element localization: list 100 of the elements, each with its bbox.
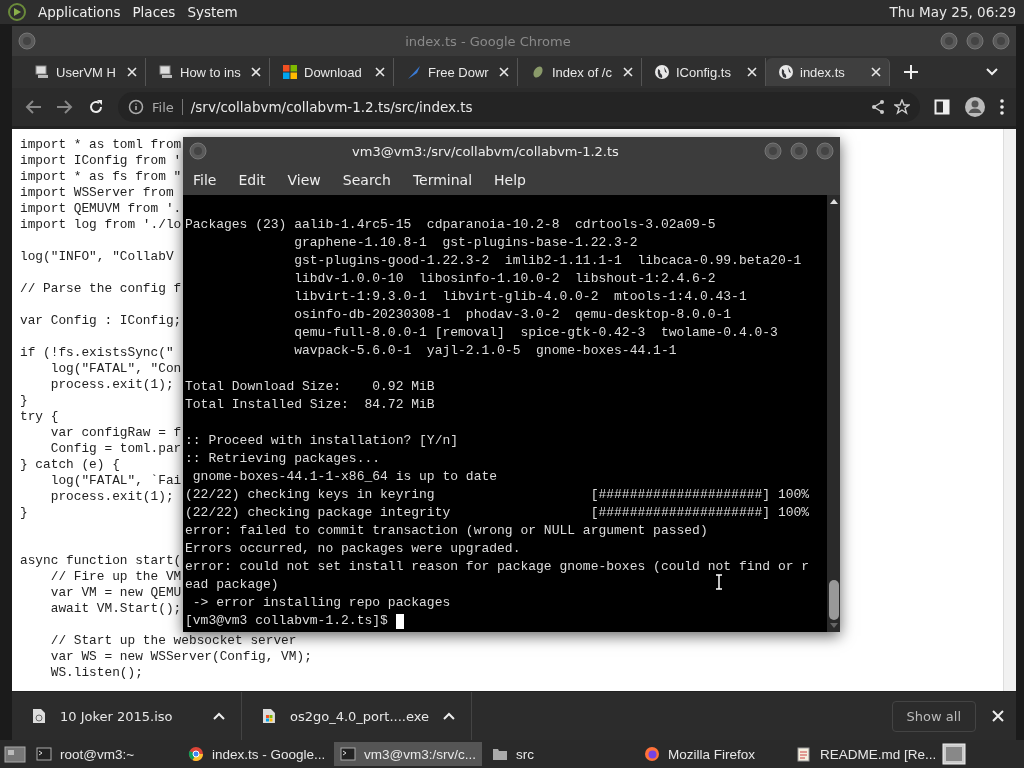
code-line: import * as toml from	[20, 137, 182, 153]
taskbar-item[interactable]: Mozilla Firefox	[638, 742, 786, 766]
scrollbar[interactable]	[827, 195, 840, 632]
address-scheme: File	[152, 99, 174, 115]
windows-logo-icon	[282, 64, 298, 80]
i-beam-cursor-icon	[715, 574, 723, 590]
browser-tab[interactable]: Free Dowr	[394, 58, 518, 86]
code-line: // Parse the config f	[20, 281, 182, 297]
menu-item[interactable]: View	[287, 172, 321, 188]
firefox-icon	[644, 746, 660, 762]
taskbar-item[interactable]: root@vm3:~	[30, 742, 178, 766]
browser-tab[interactable]: IConfig.ts	[642, 58, 766, 86]
scrollbar[interactable]	[1003, 129, 1016, 691]
code-line: async function start(	[20, 553, 182, 569]
window-menu-icon[interactable]	[18, 32, 36, 50]
window-buttons-icon[interactable]	[940, 32, 1010, 50]
terminal-line: :: Retrieving packages...	[185, 450, 381, 468]
back-icon[interactable]	[24, 99, 42, 115]
browser-tab[interactable]: How to ins	[146, 58, 270, 86]
text-cursor	[395, 613, 404, 629]
windows-file-icon	[262, 708, 276, 724]
code-line: import QEMUVM from '.	[20, 201, 182, 217]
code-line: process.exit(1);	[49, 489, 174, 505]
window-buttons-icon[interactable]	[764, 142, 834, 160]
window-menu-icon[interactable]	[189, 142, 207, 160]
panel-menu[interactable]: Applications	[38, 4, 121, 20]
address-bar[interactable]: File /srv/collabvm/collabvm-1.2.ts/src/index.ts	[118, 92, 920, 122]
menu-item[interactable]: File	[193, 172, 217, 188]
code-line: try {	[20, 409, 59, 425]
terminal-line: error: failed to commit transaction (wrong or NULL argument passed)	[185, 522, 708, 540]
close-icon[interactable]	[499, 67, 509, 77]
terminal-line: libdv-1.0.0-10 libosinfo-1.10.0-2 libshout-1:2.4.6-2	[293, 270, 716, 288]
browser-tab[interactable]: index.ts	[766, 58, 890, 86]
scroll-down-icon[interactable]	[828, 622, 839, 630]
menu-item[interactable]: Edit	[238, 172, 266, 188]
chevron-down-icon[interactable]	[986, 68, 998, 76]
forward-icon[interactable]	[56, 99, 74, 115]
close-icon[interactable]	[127, 67, 137, 77]
share-icon[interactable]	[870, 99, 886, 115]
reload-icon[interactable]	[88, 99, 104, 115]
close-icon[interactable]	[871, 67, 881, 77]
terminal-line: libvirt-1:9.3.0-1 libvirt-glib-4.0.0-2 mtools-1:4.0.43-1	[293, 288, 747, 306]
terminal-line: :: Proceed with installation? [Y/n]	[185, 432, 459, 450]
panel-menu[interactable]: Places	[132, 4, 176, 20]
terminal-line: ead package)	[185, 576, 279, 594]
chrome-icon	[188, 746, 204, 762]
close-icon[interactable]	[375, 67, 385, 77]
terminal-line: graphene-1.10.8-1 gst-plugins-base-1.22.3-2	[293, 234, 638, 252]
terminal-line: wavpack-5.6.0-1 yajl-2.1.0-5 gnome-boxes-44.1-1	[293, 342, 677, 360]
more-menu-icon[interactable]	[1000, 99, 1004, 115]
code-line: // Start up the websocket server	[49, 633, 297, 649]
taskbar-item[interactable]: README.md [Re...	[790, 742, 938, 766]
terminal-line: Errors occurred, no packages were upgraded.	[185, 540, 521, 558]
globe-icon	[654, 64, 670, 80]
code-line: process.exit(1);	[49, 377, 174, 393]
side-panel-icon[interactable]	[934, 99, 950, 115]
caret-up-icon[interactable]	[213, 712, 225, 720]
browser-tab[interactable]: UserVM H	[22, 58, 146, 86]
code-line: import IConfig from '	[20, 153, 182, 169]
show-all-button[interactable]: Show all	[891, 700, 976, 732]
menu-item[interactable]: Terminal	[412, 172, 473, 188]
scrollbar-thumb[interactable]	[828, 580, 839, 620]
terminal-line: Total Installed Size: 84.72 MiB	[185, 396, 435, 414]
scroll-up-icon[interactable]	[828, 197, 839, 205]
star-icon[interactable]	[894, 99, 910, 115]
close-icon[interactable]	[747, 67, 757, 77]
caret-up-icon[interactable]	[443, 712, 455, 720]
menu-item[interactable]: Search	[342, 172, 391, 188]
close-icon[interactable]	[992, 710, 1004, 722]
code-line: log("FATAL", `Fai	[49, 473, 182, 489]
computer-icon	[34, 64, 50, 80]
terminal-line: -> error installing repo packages	[191, 594, 451, 612]
close-icon[interactable]	[623, 67, 633, 77]
taskbar-item[interactable]: src	[486, 742, 634, 766]
terminal-prompt: [vm3@vm3 collabvm-1.2.ts]$	[185, 612, 388, 630]
taskbar-item[interactable]: index.ts - Google...	[182, 742, 330, 766]
panel-menu[interactable]: System	[187, 4, 238, 20]
browser-tab[interactable]: Index of /c	[518, 58, 642, 86]
terminal-line: gnome-boxes-44.1-1-x86_64 is up to date	[191, 468, 498, 486]
code-line: WS.listen();	[49, 665, 143, 681]
terminal-line: gst-plugins-good-1.22.3-2 imlib2-1.11.1-1 libcaca-0.99.beta20-1	[293, 252, 802, 270]
window-title: index.ts - Google Chrome	[404, 33, 572, 49]
code-line: import log from './lo	[20, 217, 182, 233]
clock: Thu May 25, 06:29	[889, 4, 1016, 20]
menu-logo-icon[interactable]	[8, 3, 26, 21]
code-line: // Fire up the VM	[49, 569, 182, 585]
code-line: log("FATAL", "Con	[49, 361, 182, 377]
menu-item[interactable]: Help	[494, 172, 526, 188]
info-icon[interactable]	[128, 99, 144, 115]
workspace-icon[interactable]	[942, 743, 966, 765]
code-line: }	[20, 393, 28, 409]
terminal-line: qemu-full-8.0.0-1 [removal] spice-gtk-0.42-3 twolame-0.4.0-3	[293, 324, 778, 342]
code-line: log("INFO", "CollabV	[20, 249, 174, 265]
browser-tab[interactable]: Download	[270, 58, 394, 86]
new-tab-icon[interactable]	[904, 65, 918, 79]
profile-icon[interactable]	[964, 96, 986, 118]
code-line: if (!fs.existsSync("	[20, 345, 174, 361]
close-icon[interactable]	[251, 67, 261, 77]
taskbar-item[interactable]: vm3@vm3:/srv/c...	[334, 742, 482, 766]
show-desktop-icon[interactable]	[4, 744, 26, 764]
